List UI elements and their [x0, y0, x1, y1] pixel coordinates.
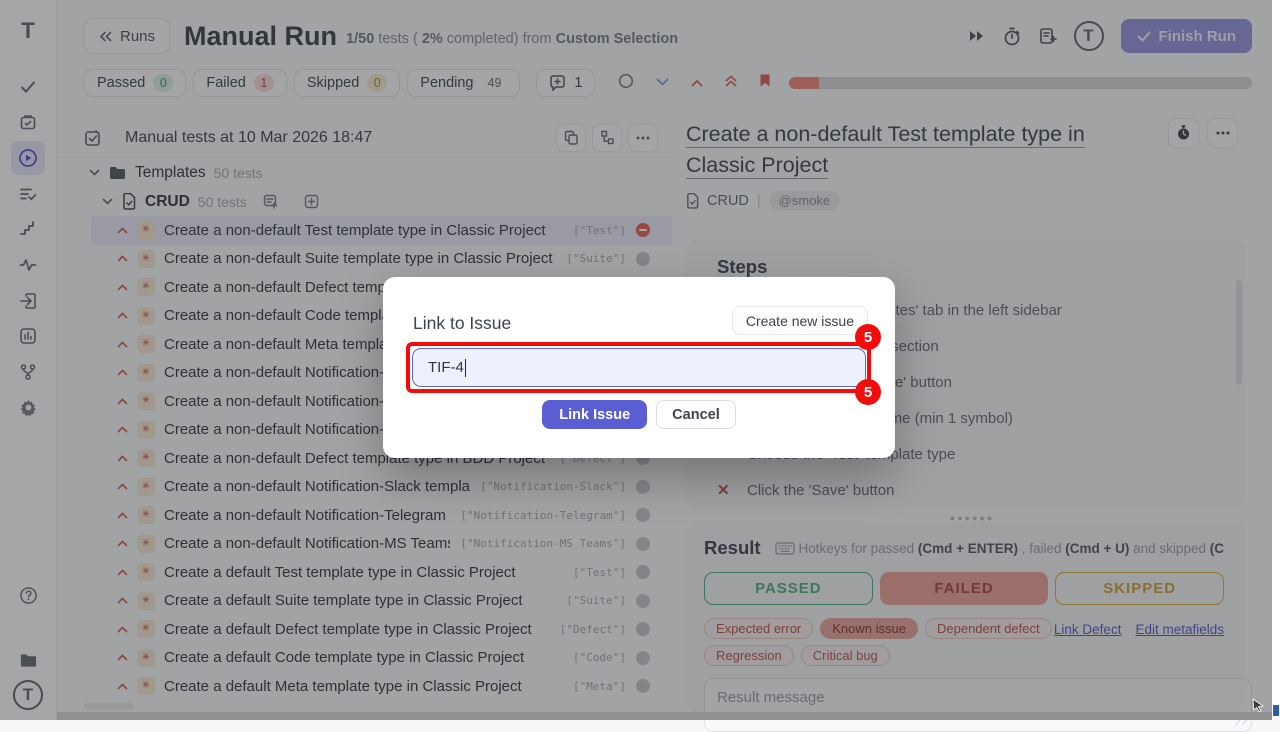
annotation-badge-5-bottom: 5 [855, 379, 881, 405]
mouse-cursor [1252, 698, 1265, 712]
cancel-button[interactable]: Cancel [656, 400, 736, 429]
modal-title: Link to Issue [413, 313, 511, 334]
link-issue-button[interactable]: Link Issue [542, 400, 647, 429]
annotation-badge-5-top: 5 [855, 324, 881, 350]
browser-scrollbar-gutter[interactable] [1272, 0, 1280, 720]
annotation-highlight-box [406, 342, 871, 393]
create-new-issue-button[interactable]: Create new issue [732, 306, 868, 335]
scrollbar-marker [1273, 705, 1279, 716]
